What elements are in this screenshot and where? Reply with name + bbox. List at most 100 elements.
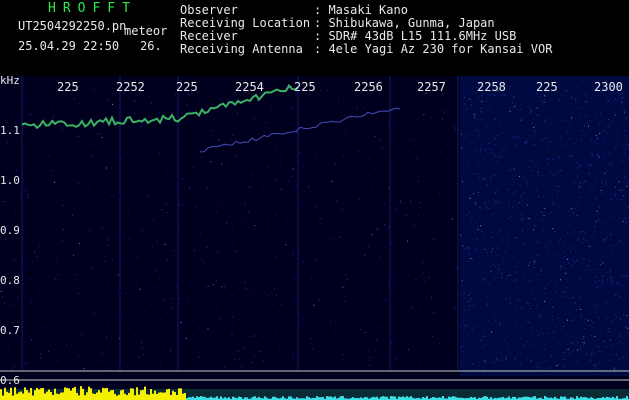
noise-pixel (346, 279, 348, 280)
noise-pixel (23, 342, 25, 344)
noise-pixel (235, 250, 237, 252)
noise-pixel (287, 115, 289, 117)
meter-bar (330, 396, 332, 400)
noise-pixel (582, 182, 584, 184)
noise-pixel (501, 94, 503, 96)
noise-pixel (465, 246, 467, 248)
noise-pixel (506, 327, 508, 329)
noise-pixel (388, 187, 390, 189)
noise-pixel (478, 178, 480, 180)
noise-pixel (599, 132, 601, 134)
meter-bar (394, 396, 396, 400)
noise-pixel (231, 334, 233, 336)
noise-pixel (253, 118, 255, 120)
noise-pixel (508, 204, 510, 205)
noise-pixel (525, 180, 527, 182)
noise-pixel (593, 230, 595, 232)
noise-pixel (566, 130, 568, 132)
noise-pixel (186, 103, 188, 105)
noise-pixel (584, 232, 586, 234)
noise-pixel (595, 281, 597, 283)
noise-pixel (99, 132, 100, 134)
noise-pixel (608, 119, 610, 120)
noise-pixel (515, 279, 517, 281)
noise-pixel (265, 98, 267, 100)
noise-pixel (541, 100, 543, 102)
noise-pixel (570, 146, 572, 148)
noise-pixel (3, 201, 5, 203)
noise-pixel (390, 193, 392, 194)
noise-pixel (620, 97, 622, 98)
noise-pixel (497, 268, 499, 270)
noise-pixel (191, 111, 193, 113)
noise-pixel (474, 113, 476, 115)
noise-pixel (385, 151, 387, 153)
noise-pixel (584, 180, 586, 182)
noise-pixel (79, 102, 81, 104)
noise-pixel (494, 292, 496, 293)
noise-pixel (208, 285, 210, 287)
noise-pixel (465, 214, 467, 216)
noise-pixel (496, 247, 498, 249)
noise-pixel (320, 357, 322, 359)
noise-pixel (106, 100, 108, 101)
noise-pixel (472, 259, 474, 261)
noise-pixel (622, 220, 624, 222)
noise-pixel (4, 302, 6, 304)
noise-pixel (552, 201, 554, 203)
noise-pixel (547, 195, 549, 197)
noise-pixel (503, 260, 505, 262)
noise-pixel (515, 356, 517, 358)
noise-pixel (263, 360, 265, 362)
noise-pixel (469, 196, 471, 198)
noise-pixel (147, 196, 149, 198)
noise-pixel (520, 195, 521, 197)
noise-pixel (159, 223, 161, 225)
noise-pixel (193, 177, 195, 179)
noise-pixel (490, 271, 492, 272)
noise-pixel (173, 124, 174, 126)
noise-pixel (494, 309, 496, 311)
noise-pixel (598, 279, 600, 281)
noise-pixel (580, 165, 581, 167)
noise-pixel (484, 202, 486, 204)
noise-pixel (568, 247, 570, 249)
noise-pixel (320, 90, 322, 92)
noise-pixel (616, 140, 618, 142)
noise-pixel (572, 212, 574, 214)
noise-pixel (379, 292, 381, 294)
meter-bar (170, 395, 172, 400)
noise-pixel (110, 195, 112, 197)
noise-pixel (567, 348, 569, 350)
meter-bar (24, 387, 26, 400)
noise-pixel (524, 243, 526, 245)
noise-pixel (244, 281, 246, 283)
noise-pixel (199, 233, 201, 235)
noise-pixel (602, 201, 604, 203)
noise-pixel (600, 264, 602, 266)
noise-pixel (527, 205, 529, 206)
noise-pixel (276, 331, 277, 332)
noise-pixel (280, 189, 282, 191)
noise-pixel (599, 292, 601, 294)
noise-pixel (578, 279, 580, 281)
noise-pixel (473, 201, 475, 203)
noise-pixel (342, 286, 344, 288)
noise-pixel (522, 217, 524, 219)
noise-pixel (173, 249, 175, 251)
noise-pixel (487, 200, 489, 201)
noise-pixel (251, 362, 253, 363)
noise-pixel (332, 238, 334, 240)
meter-bar (28, 392, 30, 400)
noise-pixel (156, 240, 158, 242)
noise-pixel (343, 130, 344, 132)
meter-bar (56, 393, 58, 400)
noise-pixel (411, 305, 413, 307)
noise-pixel (342, 354, 344, 356)
noise-pixel (166, 203, 168, 205)
noise-pixel (495, 153, 496, 155)
noise-pixel (543, 102, 545, 103)
noise-pixel (608, 126, 610, 128)
noise-pixel (594, 165, 596, 167)
noise-pixel (602, 279, 604, 281)
